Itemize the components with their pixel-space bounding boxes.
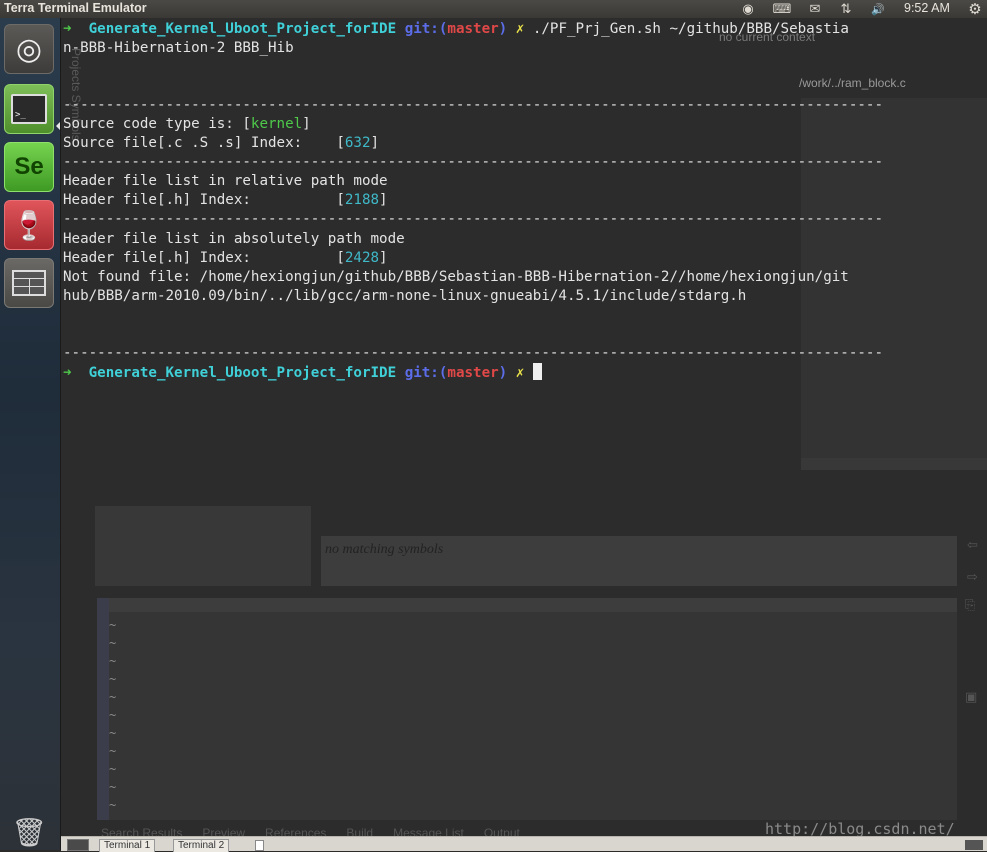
editor-tilde: ~ bbox=[109, 618, 117, 632]
prompt-line: ➜ Generate_Kernel_Uboot_Project_forIDE g… bbox=[63, 21, 849, 37]
chrome-icon[interactable]: ◉ bbox=[738, 0, 758, 18]
launcher: ◎ >_ Se 🍷 🗑 bbox=[0, 18, 61, 850]
separator-line: ----------------------------------------… bbox=[63, 154, 883, 171]
tab-bar-menu-icon[interactable] bbox=[965, 840, 983, 850]
background-scrollbar bbox=[801, 458, 987, 470]
background-editor bbox=[97, 598, 957, 820]
editor-tilde: ~ bbox=[109, 654, 117, 668]
editor-tilde: ~ bbox=[109, 744, 117, 758]
slickedit-icon: Se bbox=[14, 153, 44, 180]
new-tab-icon[interactable] bbox=[255, 840, 264, 851]
not-found-line-continuation: hub/BBB/arm-2010.09/bin/../lib/gcc/arm-n… bbox=[63, 287, 747, 304]
watermark: http://blog.csdn.net/ bbox=[765, 820, 955, 836]
terminal-window[interactable]: Projects Symbols no current context /wor… bbox=[61, 18, 987, 836]
app-title: Terra Terminal Emulator bbox=[4, 1, 147, 15]
relative-title-line: Header file list in relative path mode bbox=[63, 173, 388, 190]
editor-tilde: ~ bbox=[109, 726, 117, 740]
network-icon[interactable]: ⇅ bbox=[836, 0, 856, 18]
editor-tilde: ~ bbox=[109, 708, 117, 722]
editor-tilde: ~ bbox=[109, 798, 117, 812]
source-type-line: Source code type is: [kernel] bbox=[63, 116, 311, 133]
editor-tilde: ~ bbox=[109, 780, 117, 794]
absolute-index-line: Header file[.h] Index: [2428] bbox=[63, 249, 388, 266]
slickedit-launcher-button[interactable]: Se bbox=[4, 142, 54, 192]
terminal-tab-bar: Terminal 1 Terminal 2 bbox=[61, 836, 987, 852]
background-no-match-label: no matching symbols bbox=[325, 542, 444, 557]
mail-icon[interactable]: ✉ bbox=[804, 0, 826, 18]
editor-tilde: ~ bbox=[109, 762, 117, 776]
editor-tilde: ~ bbox=[109, 636, 117, 650]
background-editor-header bbox=[109, 598, 957, 612]
background-bottom-tabs: Search Results Preview References Build … bbox=[101, 826, 520, 836]
terminal-small-icon bbox=[67, 839, 89, 851]
terminal-icon: >_ bbox=[11, 94, 47, 124]
background-forward-arrow-icon: ⇨ bbox=[967, 570, 978, 585]
command-continuation: n-BBB-Hibernation-2 BBB_Hib bbox=[63, 40, 294, 57]
background-back-arrow-icon: ⇦ bbox=[967, 538, 978, 553]
wine-glass-icon: 🍷 bbox=[11, 208, 47, 242]
settings-gear-icon[interactable]: ⚙ bbox=[964, 0, 986, 18]
active-app-indicator bbox=[56, 122, 60, 130]
background-folder-icon: ▣ bbox=[965, 690, 978, 705]
source-index-line: Source file[.c .S .s] Index: [632] bbox=[63, 135, 380, 152]
editor-tilde: ~ bbox=[109, 690, 117, 704]
trash-icon: 🗑 bbox=[11, 815, 47, 849]
terminal-cursor bbox=[532, 362, 542, 380]
tab-terminal-2[interactable]: Terminal 2 bbox=[173, 839, 230, 852]
editor-tilde: ~ bbox=[109, 672, 117, 686]
background-panel-left bbox=[95, 506, 311, 586]
separator-line: ----------------------------------------… bbox=[63, 344, 883, 361]
keyboard-icon[interactable]: ⌨ bbox=[770, 0, 794, 18]
ubuntu-dash-button[interactable]: ◎ bbox=[4, 24, 54, 74]
wine-launcher-button[interactable]: 🍷 bbox=[4, 200, 54, 250]
trash-button[interactable]: 🗑 bbox=[5, 814, 53, 850]
prompt-line: ➜ Generate_Kernel_Uboot_Project_forIDE g… bbox=[63, 362, 542, 381]
background-tool-icon: ⎘ bbox=[965, 598, 976, 613]
volume-icon[interactable]: 🔊 bbox=[866, 0, 890, 18]
separator-line: ----------------------------------------… bbox=[63, 211, 883, 228]
ubuntu-logo-icon: ◎ bbox=[15, 31, 43, 67]
absolute-title-line: Header file list in absolutely path mode bbox=[63, 230, 405, 247]
terminal-output: ➜ Generate_Kernel_Uboot_Project_forIDE g… bbox=[63, 20, 883, 383]
workspace-switcher-button[interactable] bbox=[4, 258, 54, 308]
top-panel: Terra Terminal Emulator ◉ ⌨ ✉ ⇅ 🔊 9:52 A… bbox=[0, 0, 987, 18]
terminal-launcher-button[interactable]: >_ bbox=[4, 84, 54, 134]
relative-index-line: Header file[.h] Index: [2188] bbox=[63, 192, 388, 209]
clock[interactable]: 9:52 AM bbox=[904, 1, 950, 15]
background-editor-gutter bbox=[97, 598, 109, 820]
tab-terminal-1[interactable]: Terminal 1 bbox=[99, 839, 156, 852]
workspace-grid-icon bbox=[12, 270, 46, 296]
not-found-line: Not found file: /home/hexiongjun/github/… bbox=[63, 268, 849, 285]
separator-line: ----------------------------------------… bbox=[63, 97, 883, 114]
